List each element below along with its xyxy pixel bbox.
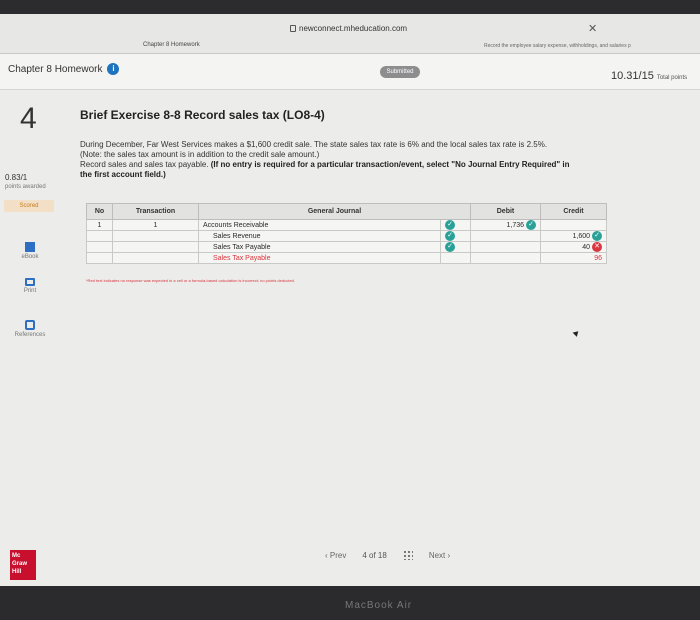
url-text: newconnect.mheducation.com [299, 24, 408, 33]
total-score: 10.31/15 Total points [611, 70, 688, 82]
info-icon[interactable]: i [107, 63, 120, 75]
question-content: 4 Brief Exercise 8-8 Record sales tax (L… [0, 90, 700, 586]
correct-icon: ✓ [445, 231, 455, 241]
references-icon [25, 320, 35, 330]
mouse-cursor-icon [572, 329, 581, 337]
col-transaction: Transaction [112, 203, 199, 220]
credit-field[interactable]: 1,600 ✓ [540, 230, 607, 242]
mcgraw-hill-logo: Mc Graw Hill [10, 550, 36, 580]
col-credit: Credit [540, 203, 607, 220]
journal-header-row: No Transaction General Journal Debit Cre… [86, 203, 607, 220]
grid-icon[interactable] [402, 550, 413, 560]
table-row: 1 1 Accounts Receivable ✓ 1,736 ✓ [86, 219, 607, 231]
question-pager: ‹ Prev 4 of 18 Next › [325, 550, 450, 560]
lock-icon [290, 25, 296, 32]
close-tab-icon[interactable]: ✕ [588, 22, 597, 35]
print-link[interactable]: Print [10, 278, 50, 294]
page-indicator: 4 of 18 [362, 550, 387, 560]
address-bar[interactable]: newconnect.mheducation.com [290, 24, 407, 33]
browser-toolbar: newconnect.mheducation.com ✕ Chapter 8 H… [0, 14, 700, 54]
question-title: Brief Exercise 8-8 Record sales tax (LO8… [80, 108, 325, 122]
col-no: No [86, 203, 113, 220]
red-text-note: *Red text indicates no response was expe… [86, 278, 296, 283]
correct-icon: ✓ [526, 220, 536, 230]
question-text: During December, Far West Services makes… [80, 140, 570, 179]
journal-table: No Transaction General Journal Debit Cre… [86, 203, 607, 264]
book-icon [25, 242, 35, 252]
points-label: points awarded [5, 184, 46, 190]
account-field[interactable]: Accounts Receivable [198, 219, 441, 231]
tab-chapter-homework[interactable]: Chapter 8 Homework [143, 42, 200, 48]
tab-record-salary[interactable]: Record the employee salary expense, with… [484, 43, 631, 49]
account-field: Sales Tax Payable [198, 252, 441, 264]
debit-field[interactable]: 1,736 ✓ [470, 219, 541, 231]
next-button[interactable]: Next › [429, 551, 450, 560]
table-row: Sales Tax Payable 96 [86, 252, 607, 264]
credit-field: 96 [540, 252, 607, 264]
correct-icon: ✓ [592, 231, 602, 241]
ebook-link[interactable]: eBook [10, 242, 50, 260]
incorrect-icon: ✕ [592, 242, 602, 252]
table-row: Sales Tax Payable ✓ 40 ✕ [86, 241, 607, 253]
account-field[interactable]: Sales Revenue [198, 230, 441, 242]
debit-field[interactable] [470, 230, 541, 242]
scored-badge: Scored [4, 200, 54, 212]
credit-field[interactable] [540, 219, 607, 231]
chapter-title: Chapter 8 Homework i [8, 63, 120, 75]
device-label: MacBook Air [345, 600, 413, 611]
col-general-journal: General Journal [198, 203, 471, 220]
credit-field[interactable]: 40 ✕ [540, 241, 607, 253]
points-value: 0.83/1 [5, 173, 28, 182]
account-field[interactable]: Sales Tax Payable [198, 241, 441, 253]
table-row: Sales Revenue ✓ 1,600 ✓ [86, 230, 607, 242]
debit-field[interactable] [470, 241, 541, 253]
correct-icon: ✓ [445, 220, 455, 230]
print-icon [25, 278, 35, 286]
assignment-header: Chapter 8 Homework i Submitted 10.31/15 T… [0, 54, 700, 90]
prev-button[interactable]: ‹ Prev [325, 551, 346, 560]
references-link[interactable]: References [10, 320, 50, 338]
correct-icon: ✓ [445, 242, 455, 252]
col-debit: Debit [470, 203, 541, 220]
question-number: 4 [20, 102, 37, 135]
status-badge: Submitted [380, 66, 420, 78]
